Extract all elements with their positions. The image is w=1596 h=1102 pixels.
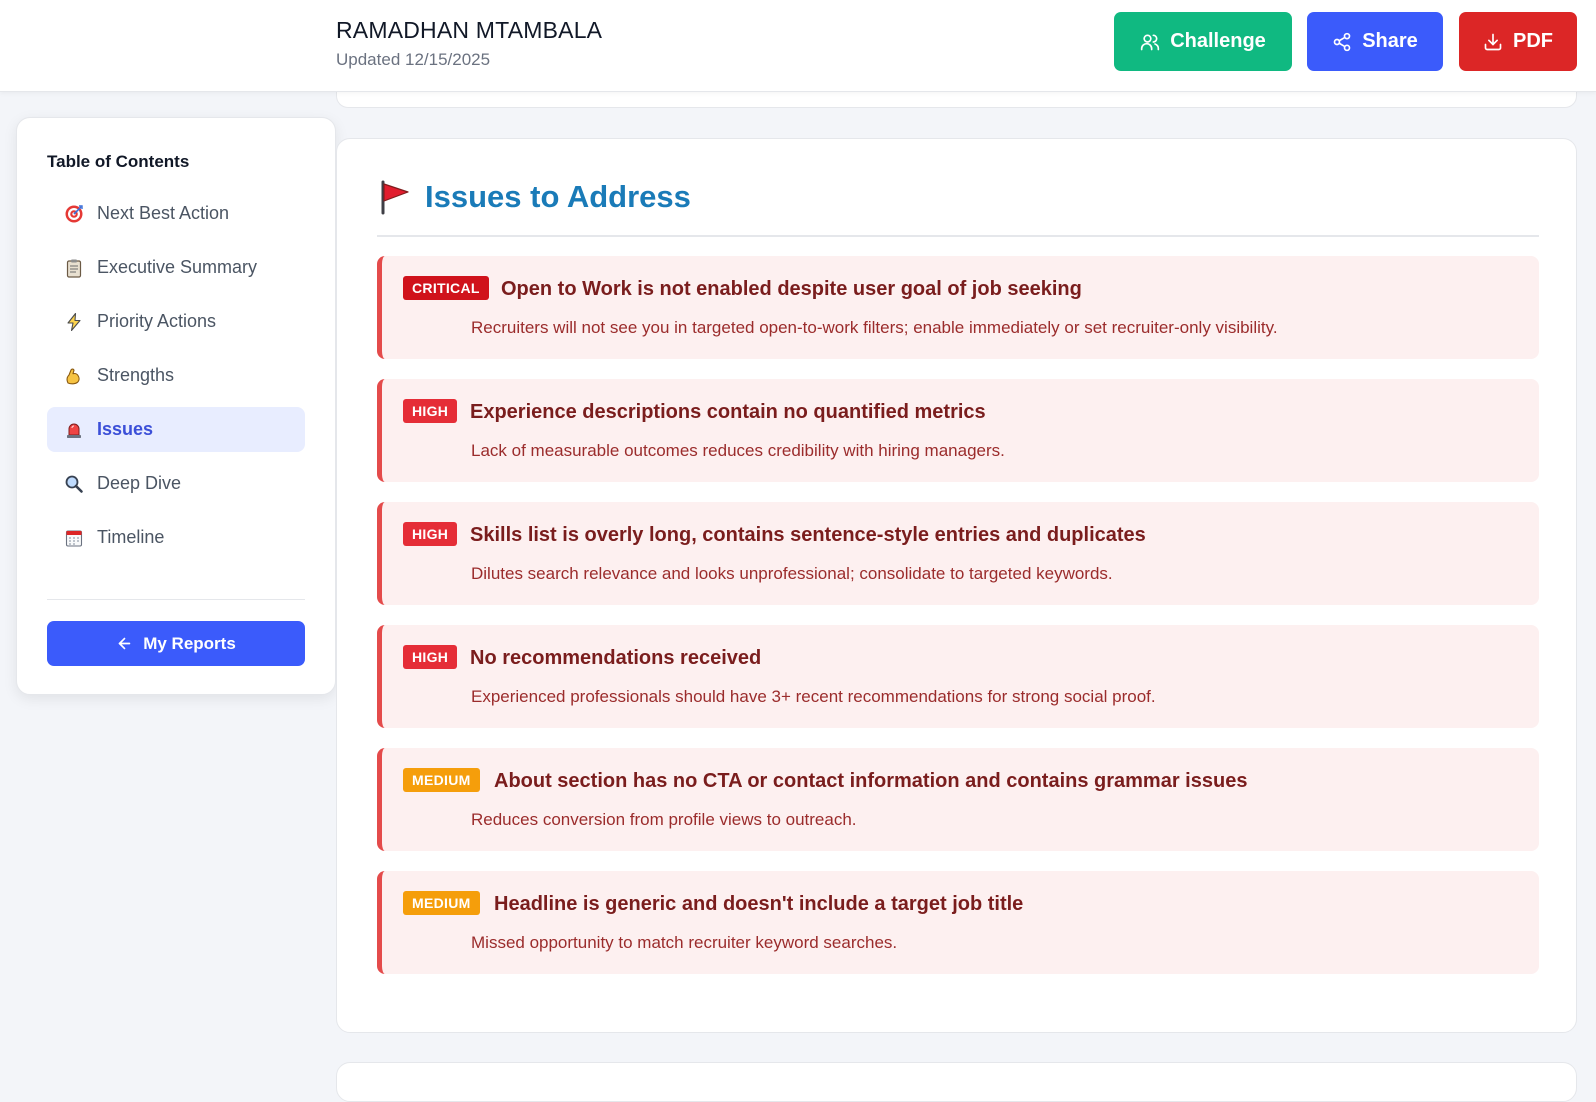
report-header: RAMADHAN MTAMBALA Updated 12/15/2025 Cha… — [0, 0, 1596, 92]
issue-card: MEDIUM About section has no CTA or conta… — [377, 748, 1539, 851]
profile-name: RAMADHAN MTAMBALA — [336, 17, 603, 43]
toc-item-timeline[interactable]: Timeline — [47, 515, 305, 560]
severity-badge: CRITICAL — [403, 276, 489, 300]
pdf-button-label: PDF — [1513, 30, 1553, 52]
issue-card: HIGH No recommendations received Experie… — [377, 625, 1539, 728]
toc-item-label: Strengths — [97, 365, 175, 385]
toc-item-label: Priority Actions — [97, 311, 217, 331]
issue-title: About section has no CTA or contact info… — [494, 770, 1248, 792]
issues-section: Issues to Address CRITICAL Open to Work … — [336, 138, 1577, 1033]
toc-item-label: Timeline — [97, 527, 165, 547]
issue-description: Reduces conversion from profile views to… — [471, 810, 857, 829]
issue-description: Dilutes search relevance and looks unpro… — [471, 564, 1113, 583]
severity-badge: MEDIUM — [403, 768, 480, 792]
issue-title: Experience descriptions contain no quant… — [470, 401, 986, 423]
my-reports-label: My Reports — [143, 633, 236, 653]
issue-title: No recommendations received — [470, 647, 762, 669]
severity-badge: HIGH — [403, 399, 458, 423]
red-flag-icon — [381, 180, 409, 215]
updated-date: Updated 12/15/2025 — [336, 50, 491, 69]
toc-item-label: Issues — [97, 419, 154, 439]
siren-icon — [63, 419, 85, 441]
issue-title: Skills list is overly long, contains sen… — [470, 524, 1146, 546]
share-icon — [1333, 32, 1351, 51]
share-button[interactable]: Share — [1307, 12, 1443, 71]
issue-card: HIGH Skills list is overly long, contain… — [377, 502, 1539, 605]
calendar-icon — [63, 527, 85, 549]
my-reports-button[interactable]: My Reports — [47, 621, 305, 666]
toc-item-label: Executive Summary — [97, 257, 258, 277]
issue-card: CRITICAL Open to Work is not enabled des… — [377, 256, 1539, 359]
challenge-button[interactable]: Challenge — [1114, 12, 1292, 71]
lightning-icon — [63, 311, 85, 333]
severity-badge: HIGH — [403, 522, 458, 546]
clipboard-icon — [63, 257, 85, 279]
issue-title: Open to Work is not enabled despite user… — [501, 278, 1082, 300]
pdf-download-button[interactable]: PDF — [1459, 12, 1577, 71]
toc-item-label: Deep Dive — [97, 473, 182, 493]
toc-title: Table of Contents — [47, 152, 190, 171]
toc-item-issues[interactable]: Issues — [47, 407, 305, 452]
severity-badge: HIGH — [403, 645, 458, 669]
severity-badge: MEDIUM — [403, 891, 480, 915]
issue-description: Lack of measurable outcomes reduces cred… — [471, 441, 1005, 460]
toc-item-next-best-action[interactable]: Next Best Action — [47, 191, 305, 236]
issue-description: Experienced professionals should have 3+… — [471, 687, 1156, 706]
toc-divider — [47, 599, 305, 600]
magnifier-icon — [63, 473, 85, 495]
issue-card: MEDIUM Headline is generic and doesn't i… — [377, 871, 1539, 974]
issues-section-header: Issues to Address — [377, 179, 691, 215]
toc-item-executive-summary[interactable]: Executive Summary — [47, 245, 305, 290]
flexed-biceps-icon — [63, 365, 85, 387]
next-section-card — [336, 1062, 1577, 1102]
target-icon — [63, 203, 85, 225]
users-icon — [1141, 34, 1160, 50]
download-icon — [1484, 33, 1502, 50]
issue-description: Missed opportunity to match recruiter ke… — [471, 933, 898, 952]
toc-item-deep-dive[interactable]: Deep Dive — [47, 461, 305, 506]
issue-description: Recruiters will not see you in targeted … — [471, 318, 1278, 337]
share-button-label: Share — [1362, 30, 1418, 52]
toc-item-strengths[interactable]: Strengths — [47, 353, 305, 398]
section-divider — [377, 235, 1539, 237]
table-of-contents: Table of Contents Next Best Action Execu… — [16, 117, 336, 695]
challenge-button-label: Challenge — [1170, 30, 1266, 52]
issue-title: Headline is generic and doesn't include … — [494, 893, 1024, 915]
issue-card: HIGH Experience descriptions contain no … — [377, 379, 1539, 482]
toc-item-priority-actions[interactable]: Priority Actions — [47, 299, 305, 344]
toc-item-label: Next Best Action — [97, 203, 230, 223]
arrow-left-icon — [118, 637, 131, 650]
issues-section-title: Issues to Address — [425, 179, 691, 214]
